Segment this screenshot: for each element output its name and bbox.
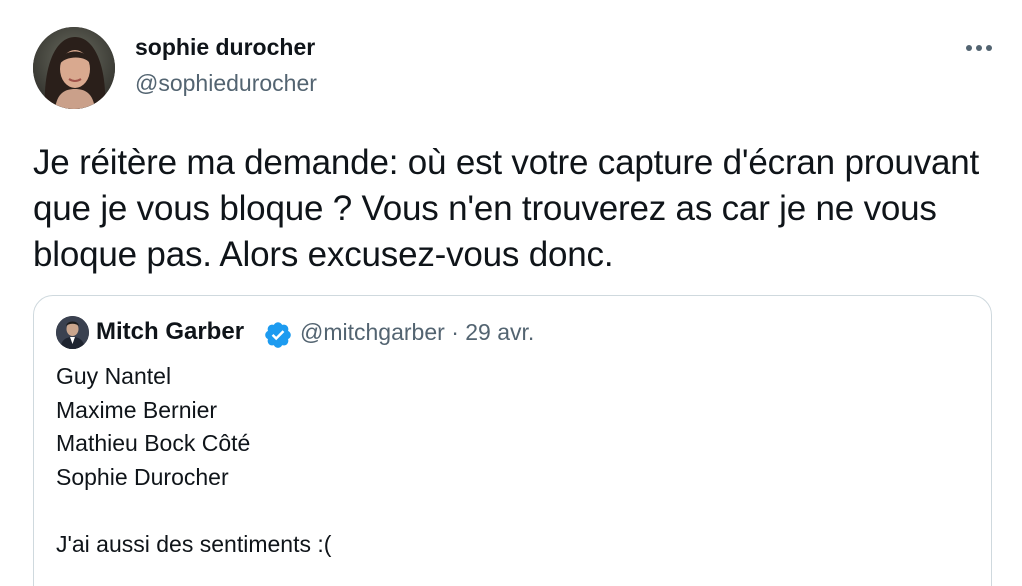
author-avatar[interactable]	[33, 27, 115, 109]
avatar-image	[33, 27, 115, 109]
quoted-text-blank-line	[56, 494, 331, 528]
author-handle[interactable]: @sophiedurocher	[135, 70, 317, 97]
more-options-button[interactable]	[962, 36, 996, 60]
quoted-author-avatar[interactable]	[56, 316, 89, 349]
more-horizontal-icon	[966, 45, 992, 51]
quoted-tweet-date[interactable]: 29 avr.	[465, 319, 534, 345]
verified-badge-icon	[265, 322, 291, 348]
quoted-tweet[interactable]: Mitch Garber @mitchgarber · 29 avr. Guy …	[33, 295, 992, 586]
author-name[interactable]: sophie durocher	[135, 34, 315, 61]
meta-separator: ·	[451, 319, 459, 345]
quoted-text-line: Sophie Durocher	[56, 463, 229, 490]
quoted-avatar-image	[56, 316, 89, 349]
quoted-author-handle[interactable]: @mitchgarber	[300, 319, 445, 345]
quoted-text-line: Maxime Bernier	[56, 396, 218, 423]
quoted-meta: @mitchgarber · 29 avr.	[300, 319, 534, 346]
quoted-text-line: Guy Nantel	[56, 363, 172, 389]
quoted-author-name[interactable]: Mitch Garber	[96, 318, 244, 346]
tweet-text: Je réitère ma demande: où est votre capt…	[33, 143, 980, 274]
tweet: sophie durocher @sophiedurocher Je réitè…	[0, 0, 1022, 586]
quoted-text-line: J'ai aussi des sentiments :(	[56, 530, 332, 557]
quoted-text-line: Mathieu Bock Côté	[56, 430, 251, 456]
quoted-tweet-text: Guy Nantel Maxime Bernier Mathieu Bock C…	[56, 360, 331, 561]
